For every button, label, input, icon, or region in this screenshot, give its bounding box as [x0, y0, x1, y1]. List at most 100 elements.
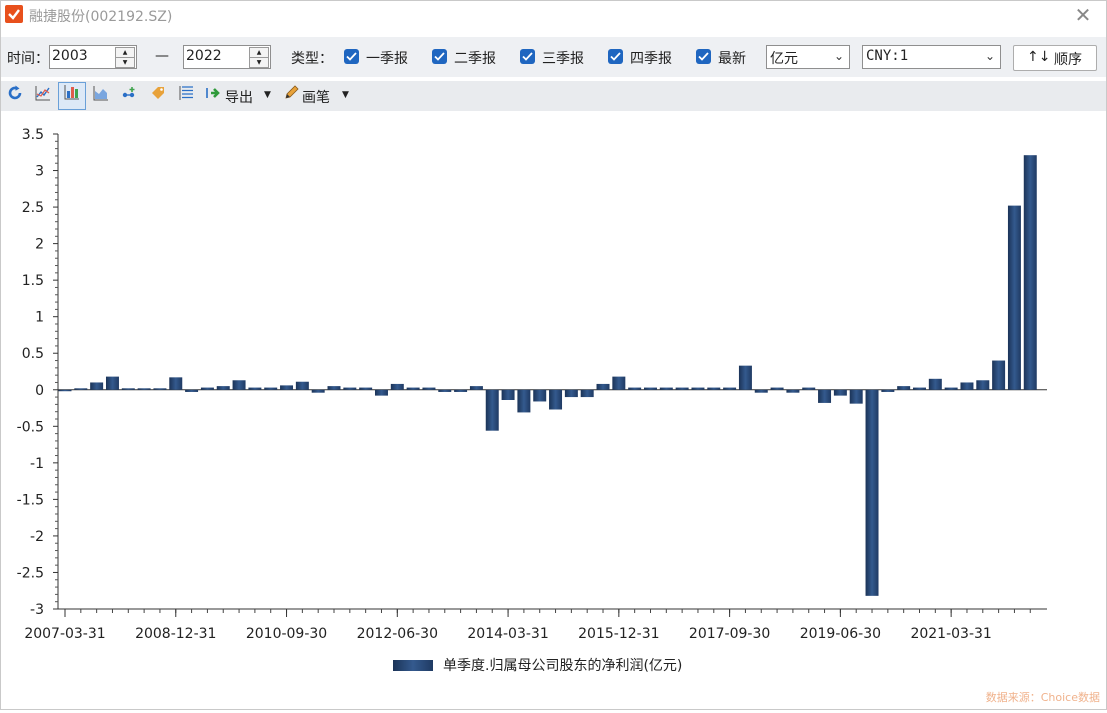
checkbox-q3[interactable] [520, 49, 535, 64]
x-tick-label: 2012-06-30 [357, 626, 438, 642]
bar [58, 389, 72, 392]
checkbox-latest[interactable] [696, 49, 711, 64]
bar [295, 381, 309, 390]
line-chart-icon[interactable] [30, 84, 56, 108]
bar [359, 387, 373, 390]
chart-toolbar: 导出 ▼ 画笔 ▼ [1, 81, 1106, 111]
order-button-label: 顺序 [1054, 52, 1082, 68]
bar [105, 376, 119, 390]
bar [374, 389, 388, 396]
bar [153, 388, 167, 390]
checkbox-q1[interactable] [344, 49, 359, 64]
bar [185, 389, 199, 392]
checkbox-q3-label: 三季报 [542, 51, 584, 67]
x-tick-label: 2021-03-31 [910, 626, 991, 642]
x-tick-label: 2015-12-31 [578, 626, 659, 642]
bar-chart: 3.5 3 2.5 2 1.5 1 0.5 0 -0.5 -1 -1.5 -2 -2.5 -3 2007-… [17, 127, 1047, 674]
tag-icon[interactable] [145, 84, 171, 108]
x-tick-label: 2008-12-31 [135, 626, 216, 642]
chevron-down-icon: ⌄ [833, 49, 844, 63]
bar [754, 389, 768, 393]
chevron-down-icon: ⌄ [984, 49, 995, 63]
x-tick-label: 2014-03-31 [467, 626, 548, 642]
currency-select[interactable]: CNY:1 ⌄ [862, 45, 1001, 69]
bar [849, 389, 863, 404]
bar [628, 387, 642, 390]
bar [1007, 205, 1021, 390]
order-button[interactable]: ↑↓ 顺序 [1013, 45, 1097, 71]
bar [200, 387, 214, 390]
scatter-icon[interactable] [116, 84, 142, 108]
bar [691, 387, 705, 390]
time-label: 时间： [7, 51, 49, 67]
checkbox-latest-label: 最新 [718, 51, 746, 67]
bar [264, 387, 278, 390]
area-chart-icon[interactable] [88, 84, 114, 108]
bar [913, 387, 926, 390]
close-button[interactable]: ✕ [1072, 4, 1094, 26]
export-dropdown-caret-icon[interactable]: ▼ [264, 90, 271, 100]
bar [738, 365, 752, 390]
bar [343, 387, 357, 390]
y-tick-label: -1 [30, 456, 44, 472]
app-window: 融捷股份(002192.SZ) ✕ 时间： 2003 ▲ ▼ — 2022 ▲ … [0, 0, 1107, 710]
start-year-spinner[interactable]: 2003 ▲ ▼ [49, 45, 137, 69]
checkbox-q4[interactable] [608, 49, 623, 64]
y-tick-label: -0.5 [17, 419, 44, 435]
y-tick-label: -2.5 [17, 565, 44, 581]
bar [280, 385, 294, 390]
bar [248, 387, 262, 390]
bar-series [58, 155, 1037, 596]
bar [422, 387, 436, 390]
bar [644, 387, 657, 390]
y-tick-label: 0.5 [22, 346, 44, 362]
unit-select[interactable]: 亿元 ⌄ [766, 45, 850, 69]
bar [675, 387, 689, 390]
bar [485, 389, 499, 431]
list-icon[interactable] [174, 84, 200, 108]
bar [723, 387, 737, 390]
bar [928, 378, 942, 390]
x-tick-label: 2007-03-31 [24, 626, 105, 642]
bar [992, 360, 1006, 390]
bar [833, 389, 847, 396]
bar-chart-icon[interactable] [58, 82, 86, 110]
spin-down-icon[interactable]: ▼ [249, 57, 269, 68]
bar [406, 387, 420, 390]
checkbox-q2[interactable] [432, 49, 447, 64]
y-tick-label: 3 [35, 164, 44, 180]
bar [707, 387, 721, 390]
bar [232, 380, 246, 390]
y-tick-label: 2 [35, 237, 44, 253]
bar [564, 389, 578, 398]
y-tick-label: 1 [35, 310, 44, 326]
checkbox-q1-label: 一季报 [366, 51, 408, 67]
unit-select-value: 亿元 [770, 51, 798, 67]
type-label: 类型： [291, 51, 333, 67]
y-tick-label: -1.5 [17, 492, 44, 508]
bar [137, 388, 151, 390]
export-label[interactable]: 导出 [225, 87, 253, 107]
bar [169, 377, 183, 390]
bar [311, 389, 325, 393]
bar [802, 387, 816, 390]
legend: 单季度.归属母公司股东的净利润(亿元) [393, 657, 682, 674]
bar [786, 389, 800, 393]
pen-icon[interactable] [278, 84, 304, 108]
x-axis: 2007-03-31 2008-12-31 2010-09-30 2012-06-30… [24, 389, 1047, 642]
bar [501, 389, 515, 400]
y-tick-label: 0 [35, 383, 44, 399]
bar [1023, 155, 1037, 390]
pen-dropdown-caret-icon[interactable]: ▼ [342, 90, 349, 100]
bar [659, 387, 673, 390]
refresh-icon[interactable] [2, 84, 28, 108]
bar [944, 387, 958, 390]
bar [90, 382, 104, 390]
end-year-spinner[interactable]: 2022 ▲ ▼ [183, 45, 271, 69]
checkbox-q2-label: 二季报 [454, 51, 496, 67]
bar [960, 382, 974, 390]
spin-down-icon[interactable]: ▼ [115, 57, 135, 68]
bar [216, 386, 230, 390]
pen-label[interactable]: 画笔 [302, 87, 330, 107]
bar [121, 388, 135, 390]
